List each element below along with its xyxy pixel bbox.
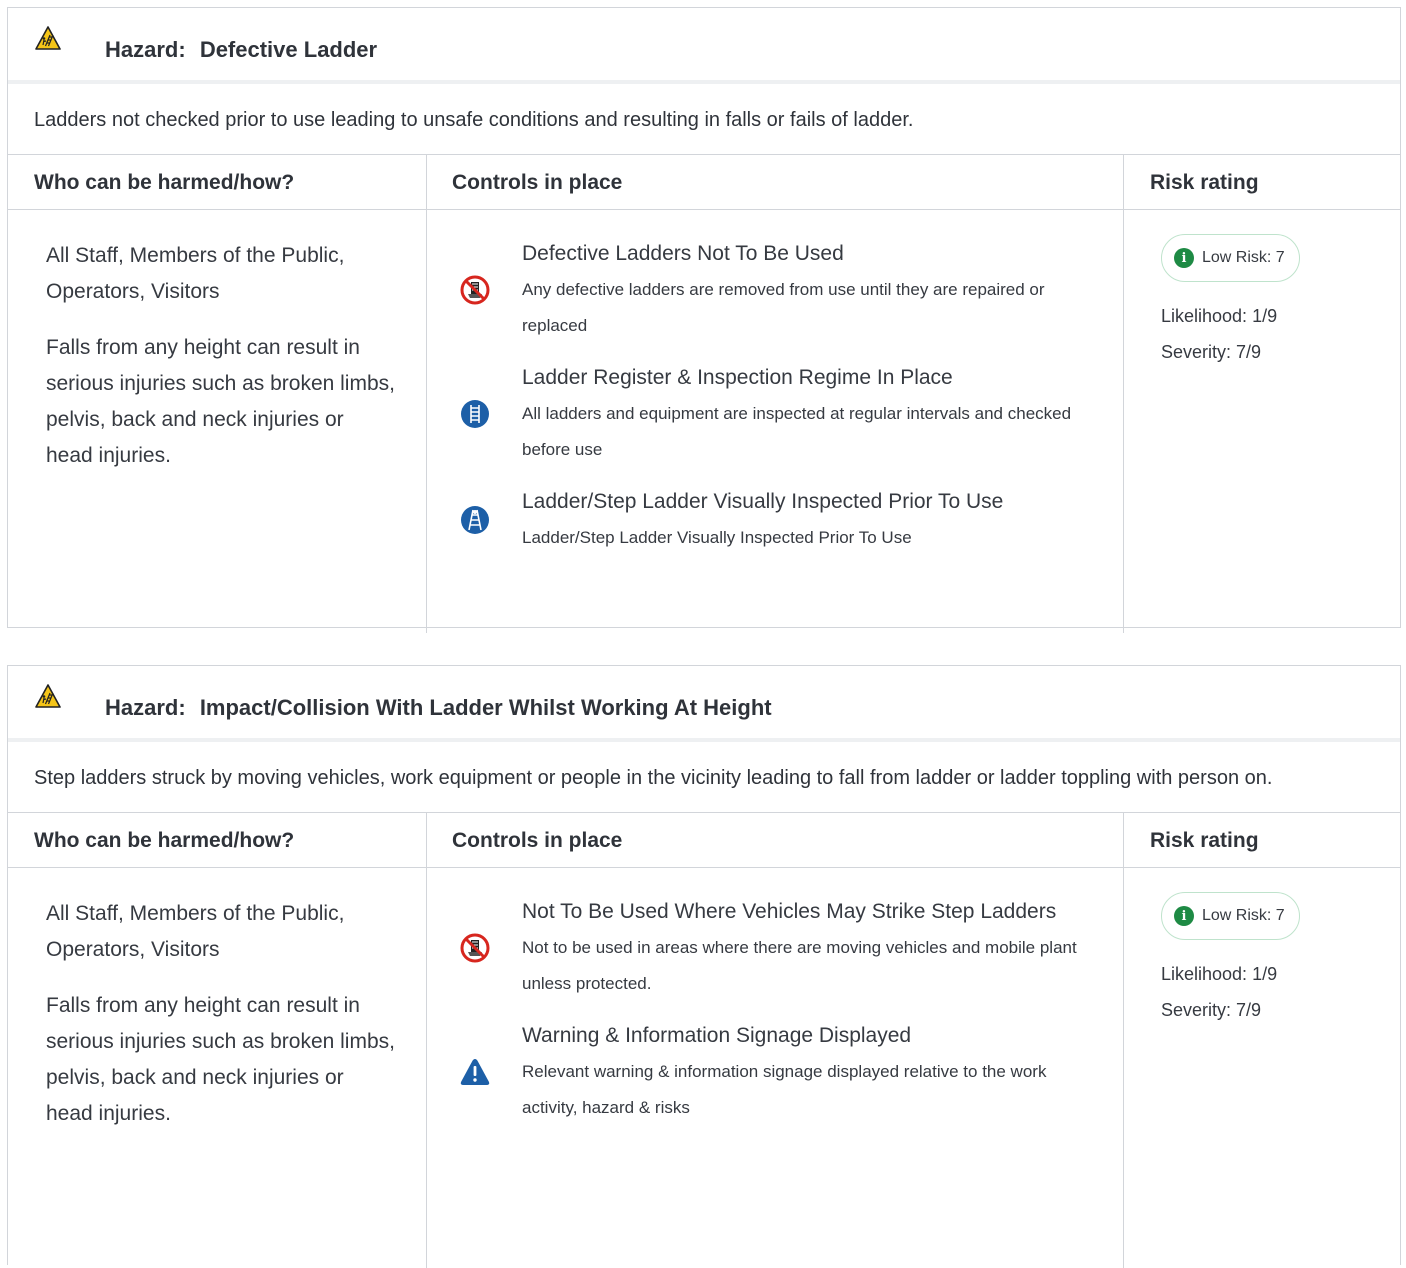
controls-cell: Not To Be Used Where Vehicles May Strike… xyxy=(427,868,1124,1268)
likelihood-text: Likelihood: 1/9 xyxy=(1161,306,1278,326)
risk-badge[interactable]: i Low Risk: 7 xyxy=(1161,234,1300,282)
risk-label: Low Risk: 7 xyxy=(1202,907,1285,924)
table-row: All Staff, Members of the Public, Operat… xyxy=(8,868,1400,1268)
hazard-title-prefix: Hazard: xyxy=(105,695,186,720)
hazard-title-text: Defective Ladder xyxy=(199,37,378,62)
control-title: Defective Ladders Not To Be Used xyxy=(522,242,844,265)
column-header-who: Who can be harmed/how? xyxy=(8,155,427,209)
ladder-hazard-warning-icon xyxy=(35,26,61,50)
who-cell: All Staff, Members of the Public, Operat… xyxy=(8,868,427,1268)
risk-cell: i Low Risk: 7 Likelihood: 1/9 Severity: … xyxy=(1124,210,1400,633)
control-description: Ladder/Step Ladder Visually Inspected Pr… xyxy=(522,528,912,547)
risk-badge[interactable]: i Low Risk: 7 xyxy=(1161,892,1300,940)
table-header: Who can be harmed/how? Controls in place… xyxy=(8,155,1400,210)
table-row: All Staff, Members of the Public, Operat… xyxy=(8,210,1400,633)
column-header-risk: Risk rating xyxy=(1150,829,1259,852)
column-header-controls: Controls in place xyxy=(427,813,1124,867)
control-title: Ladder/Step Ladder Visually Inspected Pr… xyxy=(522,490,1004,513)
hazard-title: Hazard: Impact/Collision With Ladder Whi… xyxy=(105,695,772,721)
who-text: All Staff, Members of the Public, Operat… xyxy=(46,902,345,961)
control-item: Ladder Register & Inspection Regime In P… xyxy=(427,360,1103,468)
control-description: Relevant warning & information signage d… xyxy=(522,1062,1047,1117)
severity-text: Severity: 7/9 xyxy=(1161,1000,1262,1020)
no-ladder-prohibition-icon xyxy=(427,275,522,305)
warning-triangle-icon xyxy=(427,1057,522,1087)
control-title: Warning & Information Signage Displayed xyxy=(522,1024,912,1047)
column-header-risk: Risk rating xyxy=(1150,171,1259,194)
info-icon: i xyxy=(1174,248,1194,268)
hazard-title: Hazard: Defective Ladder xyxy=(105,37,377,63)
control-item: Warning & Information Signage Displayed … xyxy=(427,1018,1103,1126)
control-title: Ladder Register & Inspection Regime In P… xyxy=(522,366,953,389)
column-header-who: Who can be harmed/how? xyxy=(8,813,427,867)
hazard-card: Hazard: Defective Ladder Ladders not che… xyxy=(7,7,1401,633)
control-description: All ladders and equipment are inspected … xyxy=(522,404,1072,459)
no-ladder-prohibition-icon xyxy=(427,933,522,963)
risk-cell: i Low Risk: 7 Likelihood: 1/9 Severity: … xyxy=(1124,868,1400,1268)
column-header-controls: Controls in place xyxy=(427,155,1124,209)
hazard-title-text: Impact/Collision With Ladder Whilst Work… xyxy=(199,695,772,720)
table-header: Who can be harmed/how? Controls in place… xyxy=(8,813,1400,868)
how-text: Falls from any height can result in seri… xyxy=(46,336,395,467)
control-item: Ladder/Step Ladder Visually Inspected Pr… xyxy=(427,484,1103,556)
hazard-card: Hazard: Impact/Collision With Ladder Whi… xyxy=(7,665,1401,1268)
control-description: Any defective ladders are removed from u… xyxy=(522,280,1045,335)
who-cell: All Staff, Members of the Public, Operat… xyxy=(8,210,427,633)
ladder-mandatory-icon xyxy=(427,399,522,429)
control-description: Not to be used in areas where there are … xyxy=(522,938,1077,993)
risk-label: Low Risk: 7 xyxy=(1202,249,1285,266)
who-text: All Staff, Members of the Public, Operat… xyxy=(46,244,345,303)
control-item: Defective Ladders Not To Be Used Any def… xyxy=(427,236,1103,344)
control-item: Not To Be Used Where Vehicles May Strike… xyxy=(427,894,1103,1002)
hazard-title-prefix: Hazard: xyxy=(105,37,186,62)
controls-cell: Defective Ladders Not To Be Used Any def… xyxy=(427,210,1124,633)
hazard-header: Hazard: Impact/Collision With Ladder Whi… xyxy=(8,666,1400,742)
severity-text: Severity: 7/9 xyxy=(1161,342,1262,362)
how-text: Falls from any height can result in seri… xyxy=(46,994,395,1125)
hazard-description: Step ladders struck by moving vehicles, … xyxy=(8,742,1400,813)
hazard-description: Ladders not checked prior to use leading… xyxy=(8,84,1400,155)
step-ladder-mandatory-icon xyxy=(427,505,522,535)
likelihood-text: Likelihood: 1/9 xyxy=(1161,964,1278,984)
hazard-header: Hazard: Defective Ladder xyxy=(8,8,1400,84)
control-title: Not To Be Used Where Vehicles May Strike… xyxy=(522,900,1057,923)
ladder-hazard-warning-icon xyxy=(35,684,61,708)
info-icon: i xyxy=(1174,906,1194,926)
